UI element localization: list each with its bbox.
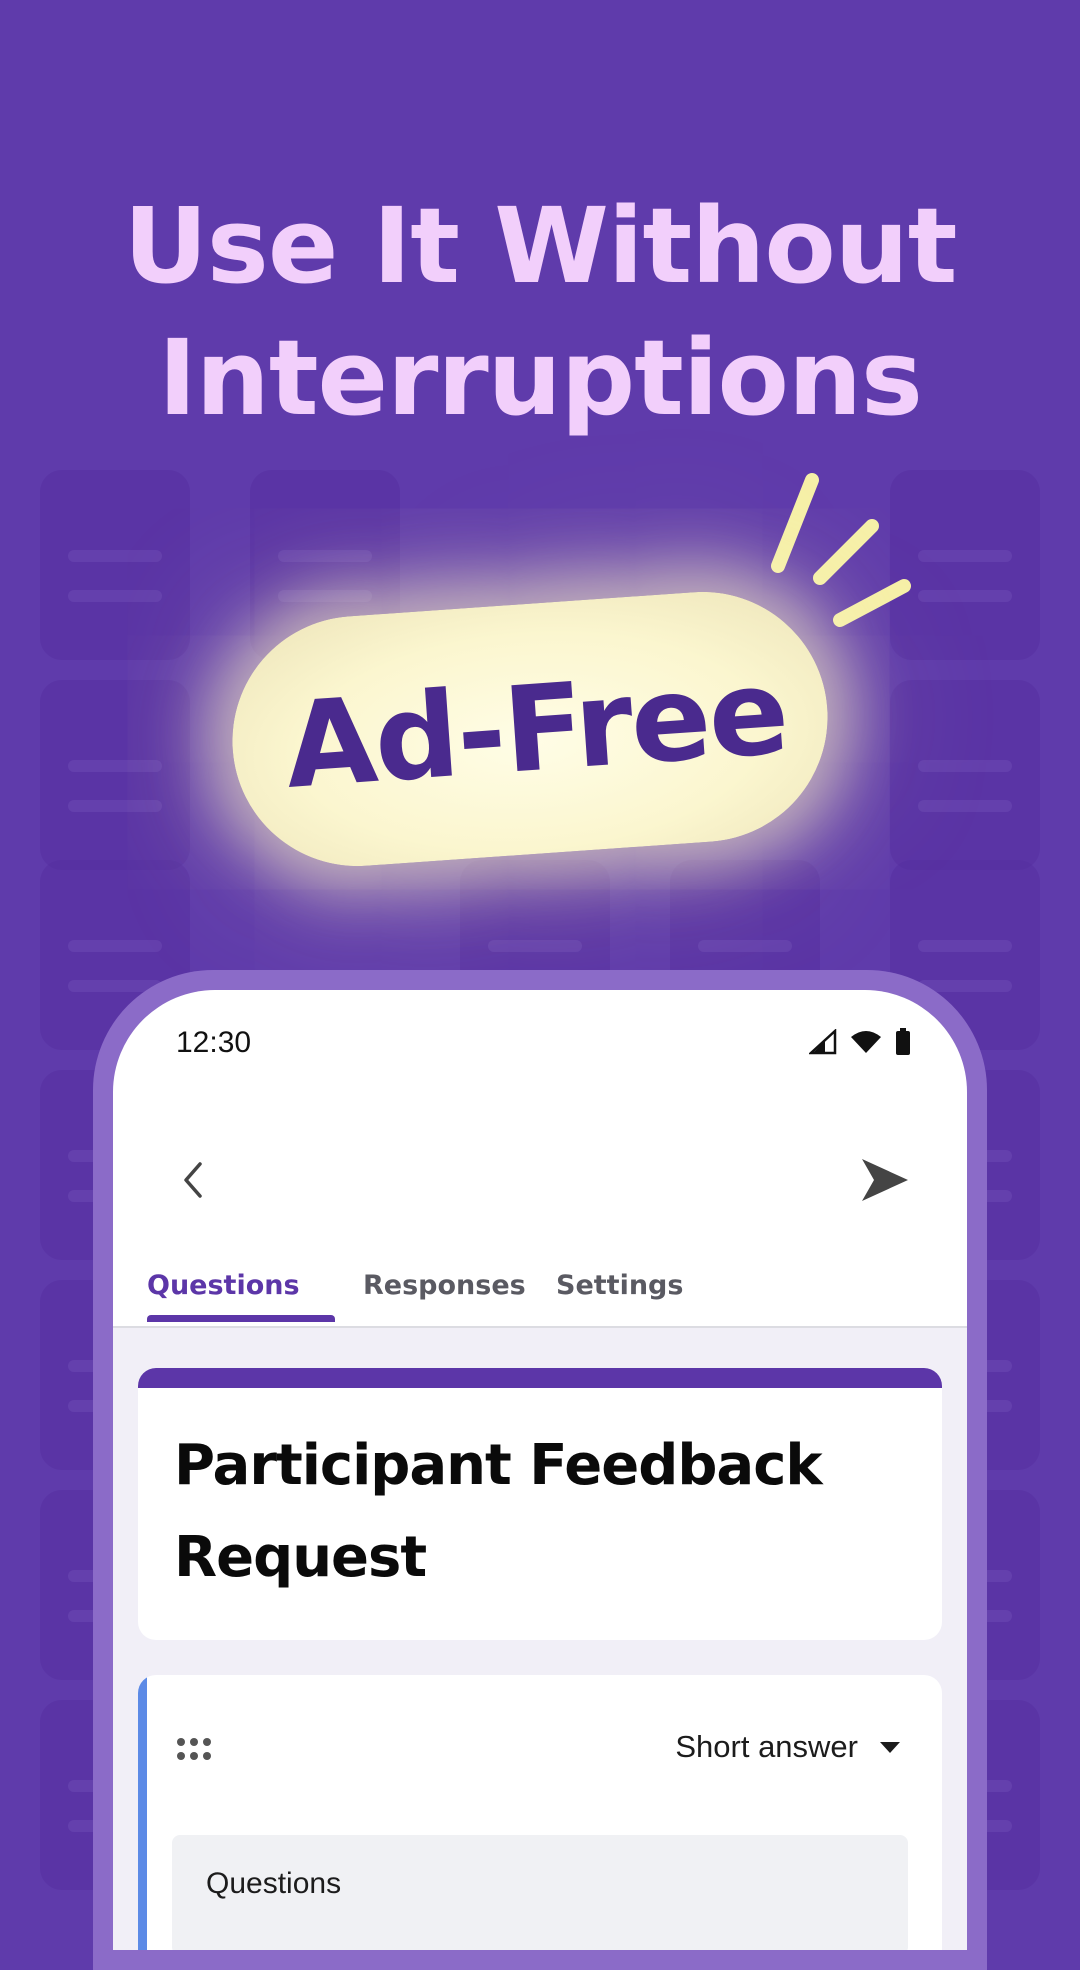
status-bar: 12:30 (113, 990, 967, 1090)
signal-icon (809, 1029, 837, 1055)
form-title-card[interactable]: Participant Feedback Request (138, 1368, 942, 1640)
drag-handle-icon[interactable] (176, 1737, 212, 1761)
tab-bar: Questions Responses Settings (113, 1270, 967, 1328)
ad-free-badge: Ad-Free (224, 583, 836, 875)
status-time: 12:30 (176, 1026, 252, 1059)
headline-line-1: Use It Without (123, 185, 957, 307)
bg-doc-tile (40, 680, 190, 870)
question-card[interactable]: Short answer Questions (138, 1675, 942, 1950)
tab-questions[interactable]: Questions (147, 1270, 300, 1301)
form-editor: Participant Feedback Request Short answe… (113, 1328, 967, 1950)
promo-headline: Use It Without Interruptions (0, 180, 1080, 444)
wifi-icon (851, 1031, 881, 1053)
back-button[interactable] (163, 1150, 223, 1210)
active-tab-indicator (147, 1315, 335, 1322)
title-card-accent (138, 1368, 942, 1388)
question-input-value: Questions (206, 1867, 342, 1900)
send-icon (862, 1159, 908, 1201)
question-input[interactable]: Questions (172, 1835, 908, 1950)
question-focus-bar (138, 1675, 147, 1950)
bg-doc-tile (40, 470, 190, 660)
app-bar (113, 1140, 967, 1220)
caret-down-icon (880, 1742, 900, 1753)
question-type-label: Short answer (675, 1729, 858, 1764)
headline-line-2: Interruptions (158, 317, 923, 439)
tab-responses[interactable]: Responses (363, 1270, 526, 1301)
battery-icon (896, 1028, 910, 1055)
ad-free-label: Ad-Free (280, 642, 792, 815)
question-type-dropdown[interactable]: Short answer (675, 1729, 902, 1765)
form-title[interactable]: Participant Feedback Request (174, 1420, 906, 1604)
bg-doc-tile (890, 680, 1040, 870)
tab-settings[interactable]: Settings (556, 1270, 683, 1301)
phone-screen: 12:30 Questions Responses Settings Parti… (113, 990, 967, 1950)
chevron-left-icon (184, 1162, 202, 1198)
send-button[interactable] (853, 1148, 917, 1212)
